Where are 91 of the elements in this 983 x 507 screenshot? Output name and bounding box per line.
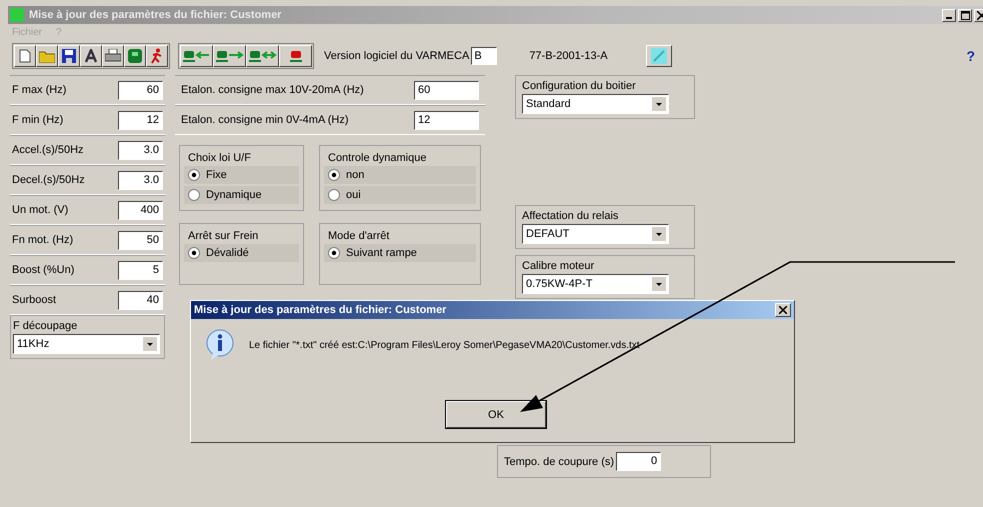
document-icon — [19, 49, 31, 63]
tool-button[interactable] — [646, 45, 672, 67]
transfer-button[interactable] — [279, 45, 312, 67]
field-label: Fn mot. (Hz) — [12, 234, 74, 246]
device-arrow-icon — [182, 50, 210, 62]
option-label: oui — [346, 189, 361, 201]
radio-option[interactable]: Suivant rampe — [324, 244, 476, 262]
dropdown[interactable]: 11KHz — [13, 334, 160, 354]
field-label: Boost (%Un) — [12, 264, 74, 276]
option-label: non — [346, 169, 364, 181]
device-icon — [290, 50, 302, 62]
option-label: Dévalidé — [206, 247, 249, 259]
slash-square-icon — [650, 48, 667, 64]
field-label: Tempo. de coupure (s) — [504, 456, 614, 468]
group-title: Mode d'arrêt — [327, 230, 390, 242]
radio-option[interactable]: non — [324, 166, 476, 184]
dialog-title: Mise à jour des paramètres du fichier: Customer — [194, 304, 448, 316]
window-title: Mise à jour des paramètres du fichier: Customer — [29, 9, 282, 21]
device-arrow-icon — [216, 50, 244, 62]
radio-button[interactable] — [188, 169, 200, 181]
group-title: Choix loi U/F — [187, 152, 252, 164]
close-icon — [977, 10, 983, 20]
letter-icon — [84, 49, 98, 63]
version-code: 77-B-2001-13-A — [529, 50, 608, 62]
transfer-button[interactable] — [213, 45, 246, 67]
new-file-button[interactable] — [14, 45, 36, 67]
option-label: Dynamique — [206, 189, 262, 201]
radio-button[interactable] — [328, 169, 340, 181]
dropdown[interactable]: Standard — [522, 94, 669, 114]
field-label: F max (Hz) — [12, 84, 66, 96]
minimize-button[interactable] — [942, 8, 956, 22]
number-field[interactable]: 60 — [414, 80, 479, 100]
number-field[interactable]: 50 — [118, 230, 163, 250]
transfer-button[interactable] — [246, 45, 279, 67]
number-field[interactable]: 60 — [118, 80, 163, 100]
close-button[interactable] — [775, 303, 791, 317]
radio-button[interactable] — [188, 189, 200, 201]
running-person-icon — [150, 48, 164, 64]
dropdown[interactable]: DEFAUT — [522, 224, 669, 244]
close-icon — [779, 306, 787, 314]
disk-button[interactable] — [124, 45, 146, 67]
radio-button[interactable] — [328, 247, 340, 259]
number-field[interactable]: 400 — [118, 200, 163, 220]
number-field[interactable]: 5 — [118, 260, 163, 280]
exit-button[interactable] — [146, 45, 168, 67]
folder-icon — [39, 50, 55, 62]
close-button[interactable] — [974, 8, 983, 22]
font-button[interactable] — [80, 45, 102, 67]
dialog-message: Le fichier "*.txt" créé est:C:\Program Files\Leroy Somer\PegaseVMA20\Customer.vds.txt — [249, 340, 640, 350]
open-button[interactable] — [36, 45, 58, 67]
option-label: Fixe — [206, 169, 227, 181]
field-label: Accel.(s)/50Hz — [12, 144, 84, 156]
group-title: Arrêt sur Frein — [187, 230, 260, 242]
number-field[interactable]: 3.0 — [118, 170, 163, 190]
info-icon — [205, 329, 235, 361]
device-arrow-icon — [248, 50, 276, 62]
number-field[interactable]: 3.0 — [118, 140, 163, 160]
version-label: Version logiciel du VARMECA — [324, 50, 470, 62]
field-label: Surboost — [12, 294, 56, 306]
number-field[interactable]: 12 — [118, 110, 163, 130]
radio-button[interactable] — [328, 189, 340, 201]
option-label: Suivant rampe — [346, 247, 417, 259]
transfer-button[interactable] — [180, 45, 213, 67]
radio-option[interactable]: Dévalidé — [184, 244, 299, 262]
field-label: Decel.(s)/50Hz — [12, 174, 85, 186]
dropdown[interactable]: 0.75KW-4P-T — [522, 274, 669, 294]
number-field[interactable]: 0 — [616, 452, 662, 471]
maximize-button[interactable] — [958, 8, 972, 22]
field-label: F min (Hz) — [12, 114, 64, 126]
app-icon — [10, 8, 24, 22]
ok-button[interactable]: OK — [446, 401, 546, 428]
maximize-icon — [960, 10, 970, 20]
field-label: Configuration du boitier — [522, 80, 637, 92]
field-label: Affectation du relais — [522, 210, 620, 222]
group-title: Controle dynamique — [327, 152, 428, 164]
printer-icon — [105, 49, 121, 63]
radio-option[interactable]: Dynamique — [184, 186, 299, 204]
field-label: F découpage — [13, 320, 78, 332]
radio-option[interactable]: oui — [324, 186, 476, 204]
number-field[interactable]: 12 — [414, 110, 479, 130]
number-field[interactable]: 40 — [118, 290, 163, 310]
field-label: Etalon. consigne max 10V-20mA (Hz) — [181, 84, 364, 96]
save-button[interactable] — [58, 45, 80, 67]
help-button[interactable]: ? — [966, 48, 975, 64]
field-label: Un mot. (V) — [12, 204, 68, 216]
field-label: Etalon. consigne min 0V-4mA (Hz) — [181, 114, 349, 126]
field-label: Calibre moteur — [522, 260, 596, 272]
version-field[interactable]: B — [471, 47, 498, 65]
radio-option[interactable]: Fixe — [184, 166, 299, 184]
radio-button[interactable] — [188, 247, 200, 259]
print-button[interactable] — [102, 45, 124, 67]
